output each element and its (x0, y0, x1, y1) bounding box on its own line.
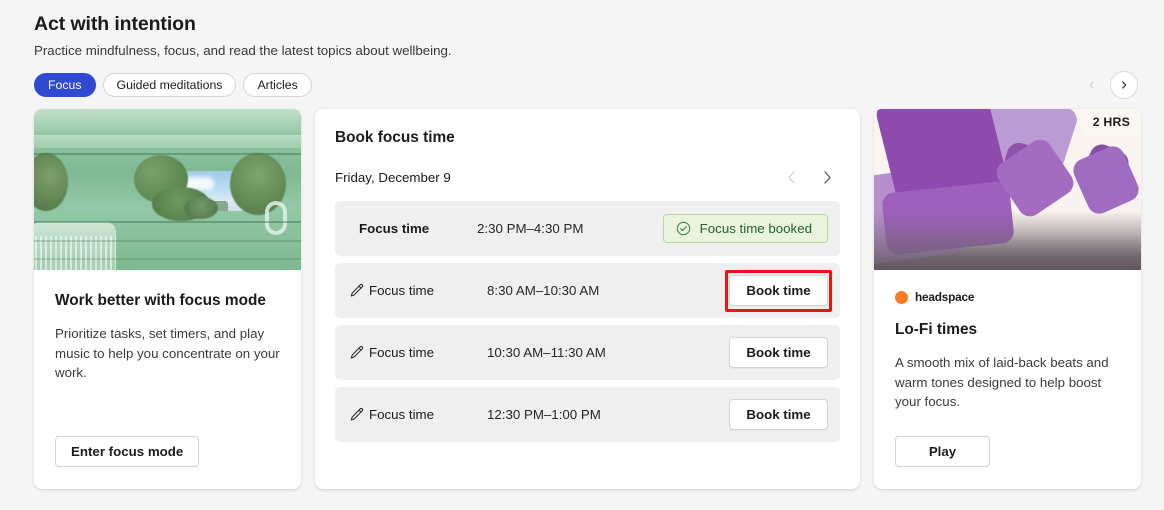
card-strip: Work better with focus mode Prioritize t… (34, 109, 1141, 489)
focus-mode-card: Work better with focus mode Prioritize t… (34, 109, 301, 489)
chevron-right-icon (823, 170, 831, 184)
slot-name: Focus time (369, 283, 435, 298)
slot-row-available-2: Focus time 10:30 AM–11:30 AM Book time (335, 325, 840, 380)
page-title: Act with intention (34, 13, 196, 35)
slot-name: Focus time (359, 221, 430, 236)
pill-focus-label: Focus (48, 78, 82, 92)
focus-time-booked-badge: Focus time booked (662, 214, 828, 243)
slot-row-booked: Focus time 2:30 PM–4:30 PM Focus time bo… (335, 201, 840, 256)
page-subtitle: Practice mindfulness, focus, and read th… (34, 43, 452, 58)
pencil-icon[interactable] (345, 407, 369, 423)
pill-articles[interactable]: Articles (243, 73, 312, 97)
chevron-right-icon (1122, 81, 1127, 89)
book-time-button-2[interactable]: Book time (729, 337, 828, 368)
pill-articles-label: Articles (257, 78, 298, 92)
carousel-prev-button (1078, 71, 1106, 99)
slot-row-available-1: Focus time 8:30 AM–10:30 AM Book time (335, 263, 840, 318)
focus-card-body: Prioritize tasks, set timers, and play m… (55, 326, 280, 380)
brand-name: headspace (915, 290, 975, 304)
play-button[interactable]: Play (895, 436, 990, 467)
media-card-body: A smooth mix of laid-back beats and warm… (895, 355, 1109, 409)
book-time-button-highlighted[interactable]: Book time (729, 275, 828, 306)
focus-card-heading: Work better with focus mode (55, 292, 266, 309)
pill-guided-meditations[interactable]: Guided meditations (102, 73, 237, 97)
date-navigation-row: Friday, December 9 (335, 166, 840, 188)
focus-time-slot-list: Focus time 2:30 PM–4:30 PM Focus time bo… (335, 201, 840, 442)
booked-badge-label: Focus time booked (699, 221, 812, 236)
wellbeing-panel: Act with intention Practice mindfulness,… (0, 0, 1164, 510)
chevron-left-icon (1089, 81, 1094, 89)
pill-focus[interactable]: Focus (34, 73, 96, 97)
orange-circle-icon (895, 290, 908, 304)
media-card-heading: Lo-Fi times (895, 321, 978, 338)
slot-time: 8:30 AM–10:30 AM (487, 283, 600, 298)
slot-name: Focus time (369, 407, 435, 422)
pill-guided-meditations-label: Guided meditations (116, 78, 223, 92)
pencil-icon[interactable] (345, 283, 369, 299)
header: Act with intention Practice mindfulness,… (34, 10, 1140, 60)
chevron-left-icon (787, 170, 795, 184)
carousel-next-button[interactable] (1110, 71, 1138, 99)
check-circle-icon (676, 221, 690, 236)
brand-row: headspace (895, 290, 1120, 304)
book-focus-time-title: Book focus time (335, 129, 455, 146)
pencil-icon[interactable] (345, 345, 369, 361)
book-time-button-3[interactable]: Book time (729, 399, 828, 430)
carousel-nav (1078, 71, 1138, 99)
book-focus-time-card: Book focus time Friday, December 9 Focus… (315, 109, 860, 489)
filter-pill-group: Focus Guided meditations Articles (34, 73, 312, 97)
headspace-media-card: 2 HRS headspace Lo-Fi times A smooth mix… (874, 109, 1141, 489)
slot-time: 10:30 AM–11:30 AM (487, 345, 606, 360)
slot-name: Focus time (369, 345, 435, 360)
current-date-label: Friday, December 9 (335, 169, 451, 185)
purple-rotated-squares-image: 2 HRS (874, 109, 1141, 270)
duration-badge: 2 HRS (1080, 109, 1141, 136)
slot-time: 12:30 PM–1:00 PM (487, 407, 601, 422)
slot-row-available-3: Focus time 12:30 PM–1:00 PM Book time (335, 387, 840, 442)
slot-time: 2:30 PM–4:30 PM (477, 221, 584, 236)
next-day-button[interactable] (816, 166, 838, 188)
previous-day-button (780, 166, 802, 188)
enter-focus-mode-button[interactable]: Enter focus mode (55, 436, 200, 467)
green-room-with-plants-image (34, 109, 301, 270)
